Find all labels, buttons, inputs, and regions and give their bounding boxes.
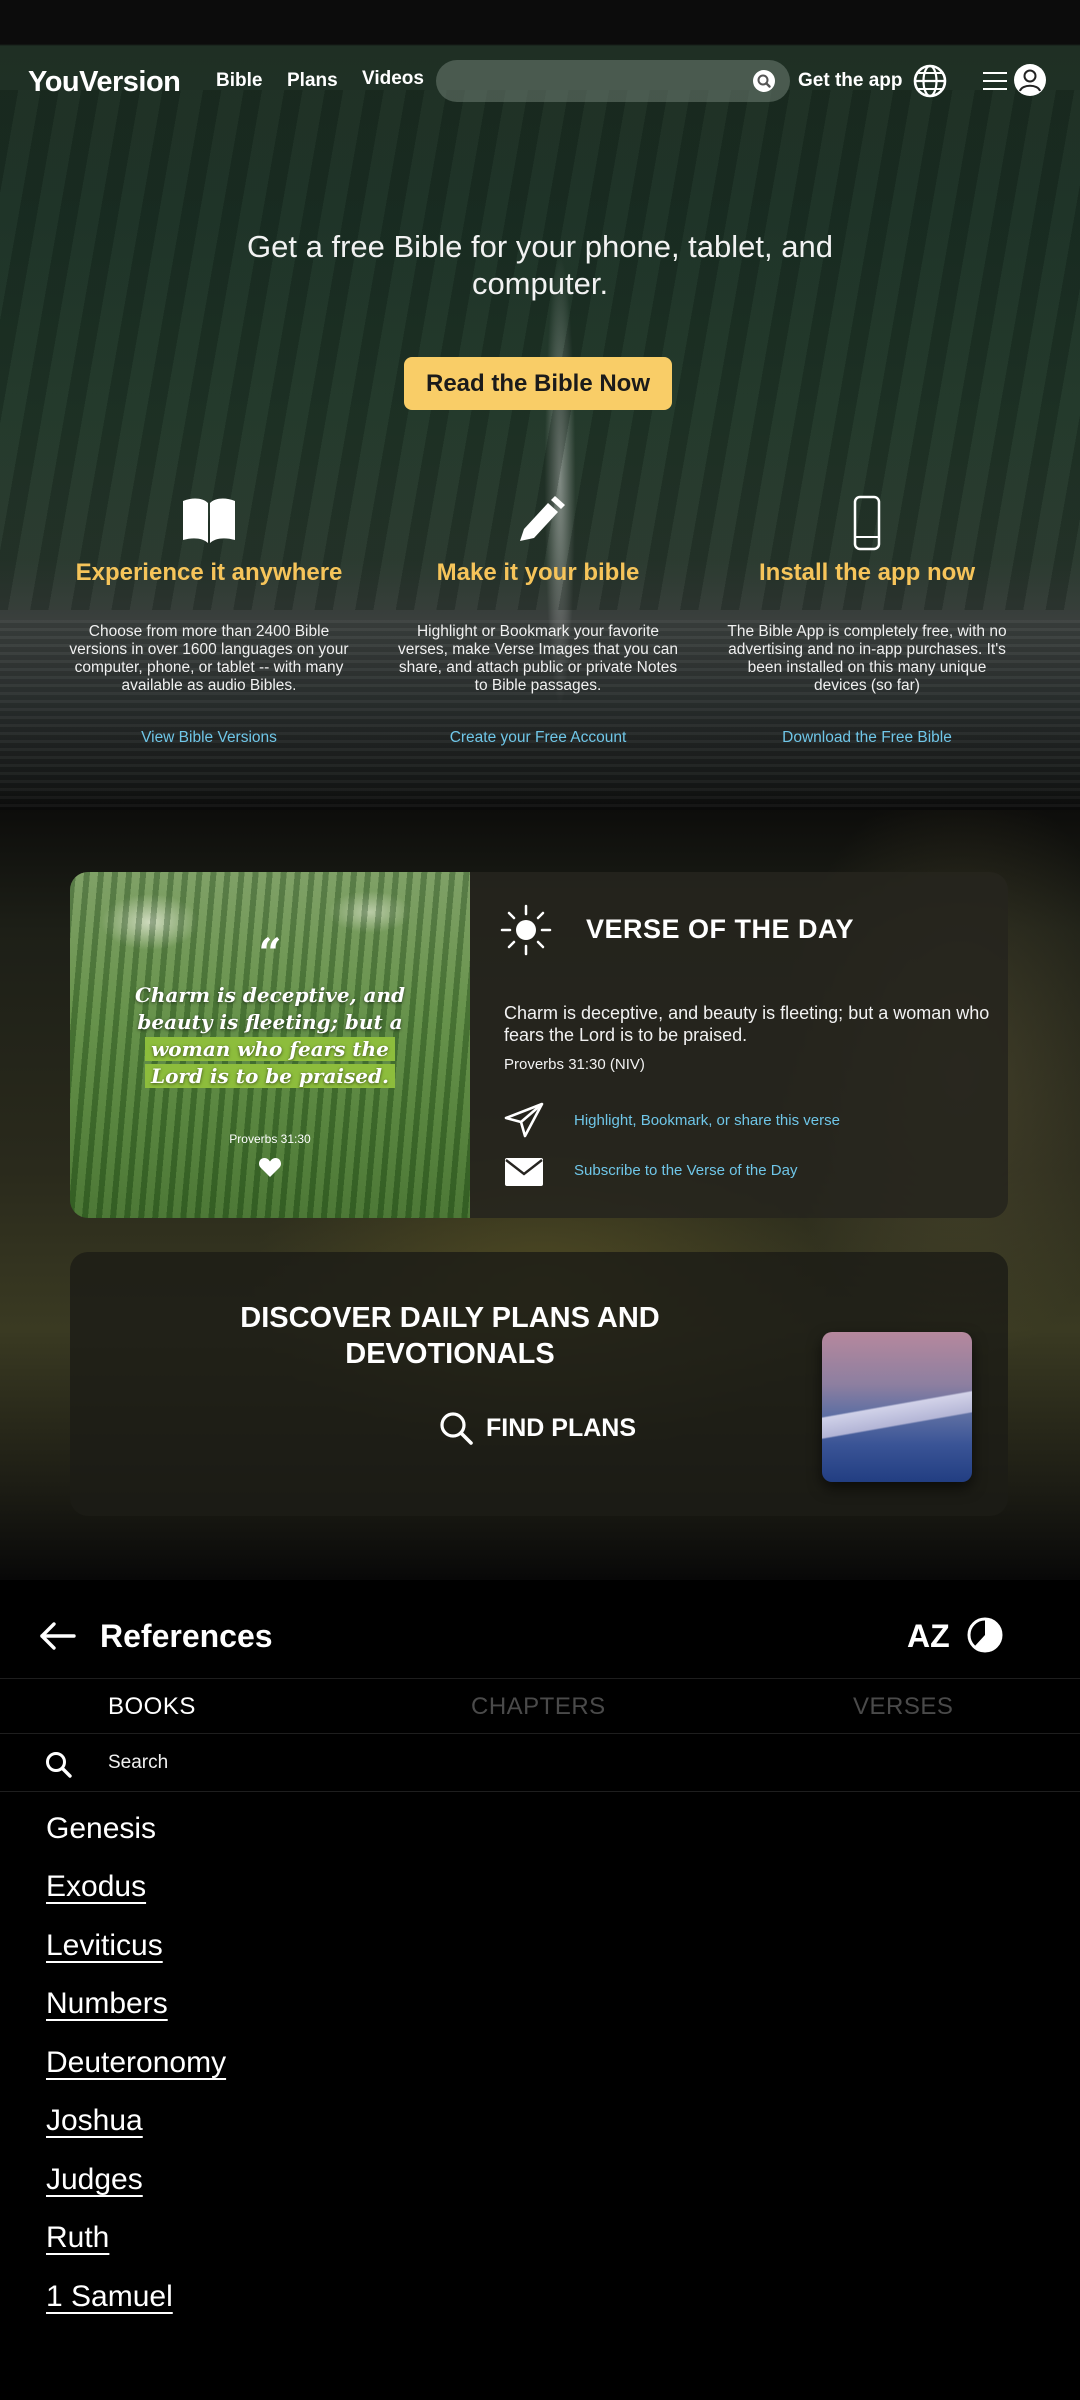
- book-item-genesis[interactable]: Genesis: [46, 1812, 156, 1846]
- search-input[interactable]: [436, 60, 790, 102]
- books-search-field[interactable]: Search: [0, 1734, 1080, 1792]
- nav-link-videos[interactable]: Videos: [362, 68, 424, 90]
- verse-image-line-2: woman who fears the: [145, 1037, 395, 1061]
- tab-chapters[interactable]: CHAPTERS: [471, 1693, 606, 1721]
- search-icon: [46, 1752, 72, 1778]
- youversion-logo[interactable]: YouVersion: [28, 66, 181, 99]
- find-plans-button[interactable]: FIND PLANS: [438, 1408, 636, 1448]
- votd-reference: Proverbs 31:30 (NIV): [504, 1056, 645, 1073]
- votd-verse-text: Charm is deceptive, and beauty is fleeti…: [504, 1003, 990, 1045]
- send-icon[interactable]: [504, 1102, 544, 1138]
- tab-books[interactable]: BOOKS: [108, 1693, 196, 1721]
- mail-icon[interactable]: [504, 1154, 544, 1190]
- mountain-plan-thumbnail[interactable]: [822, 1332, 972, 1482]
- book-item-deuteronomy[interactable]: Deuteronomy: [46, 2046, 226, 2080]
- search-icon[interactable]: [752, 69, 776, 93]
- user-avatar-icon[interactable]: [1013, 63, 1047, 97]
- plans-card: DISCOVER DAILY PLANS AND DEVOTIONALS FIN…: [70, 1252, 1008, 1516]
- sun-icon: [500, 904, 552, 956]
- verse-of-the-day-card: “ Charm is deceptive, and beauty is flee…: [70, 872, 1008, 1218]
- quote-mark: “: [258, 930, 282, 977]
- pencil-icon: [520, 496, 565, 541]
- feature-description: The Bible App is completely free, with n…: [727, 623, 1007, 694]
- get-the-app-link[interactable]: Get the app: [798, 70, 903, 92]
- verse-image[interactable]: “ Charm is deceptive, and beauty is flee…: [70, 872, 470, 1218]
- nav-link-plans[interactable]: Plans: [287, 70, 338, 92]
- sort-az-button[interactable]: AZ: [907, 1618, 950, 1655]
- references-title: References: [100, 1618, 273, 1654]
- share-verse-link[interactable]: Highlight, Bookmark, or share this verse: [574, 1112, 840, 1129]
- book-item-judges[interactable]: Judges: [46, 2163, 143, 2197]
- feature-title: Make it your bible: [436, 559, 640, 586]
- feature-install-app: Install the app now The Bible App is com…: [717, 495, 1017, 747]
- verse-image-line-3: Lord is to be praised.: [145, 1064, 395, 1088]
- book-item-numbers[interactable]: Numbers: [46, 1987, 168, 2021]
- verse-image-reference: Proverbs 31:30: [229, 1132, 311, 1146]
- feature-experience-anywhere: Experience it anywhere Choose from more …: [59, 495, 359, 747]
- feature-description: Choose from more than 2400 Bible version…: [69, 623, 349, 694]
- hamburger-menu-icon[interactable]: [982, 70, 1008, 92]
- view-bible-versions-link[interactable]: View Bible Versions: [59, 729, 359, 747]
- search-placeholder: Search: [108, 1752, 169, 1773]
- globe-icon[interactable]: [913, 64, 947, 98]
- download-free-bible-link[interactable]: Download the Free Bible: [717, 729, 1017, 747]
- feature-make-it-your-bible: Make it your bible Highlight or Bookmark…: [388, 495, 688, 747]
- verse-image-line-1: Charm is deceptive, and beauty is fleeti…: [134, 983, 406, 1034]
- search-icon: [440, 1412, 473, 1445]
- subscribe-votd-link[interactable]: Subscribe to the Verse of the Day: [574, 1162, 797, 1179]
- book-item-exodus[interactable]: Exodus: [46, 1870, 146, 1904]
- heart-icon: [258, 1158, 282, 1177]
- phone-icon: [853, 495, 881, 551]
- feature-description: Highlight or Bookmark your favorite vers…: [398, 623, 678, 694]
- book-item-ruth[interactable]: Ruth: [46, 2221, 109, 2255]
- open-book-icon: [183, 498, 235, 543]
- create-free-account-link[interactable]: Create your Free Account: [388, 729, 688, 747]
- book-item-1-samuel[interactable]: 1 Samuel: [46, 2280, 173, 2314]
- references-panel: References AZ BOOKS CHAPTERS VERSES Sear…: [0, 1580, 1080, 2400]
- theme-toggle-icon[interactable]: [966, 1616, 1004, 1654]
- feature-title: Experience it anywhere: [75, 559, 343, 586]
- feature-title: Install the app now: [758, 559, 975, 586]
- read-bible-now-button[interactable]: Read the Bible Now: [404, 357, 672, 410]
- hero-title: Get a free Bible for your phone, tablet,…: [247, 229, 833, 301]
- book-item-joshua[interactable]: Joshua: [46, 2104, 143, 2138]
- verse-image-text: Charm is deceptive, and beauty is fleeti…: [130, 982, 410, 1090]
- tab-verses[interactable]: VERSES: [853, 1693, 953, 1721]
- back-arrow-icon[interactable]: [38, 1620, 78, 1652]
- nav-link-bible[interactable]: Bible: [216, 70, 262, 92]
- book-item-leviticus[interactable]: Leviticus: [46, 1929, 163, 1963]
- top-navigation: YouVersion Bible Plans Videos Get the ap…: [0, 46, 1080, 116]
- votd-title: VERSE OF THE DAY: [586, 914, 855, 944]
- find-plans-label: FIND PLANS: [486, 1413, 636, 1442]
- reference-tabs: BOOKS CHAPTERS VERSES: [0, 1678, 1080, 1734]
- plans-title: DISCOVER DAILY PLANS AND DEVOTIONALS: [240, 1302, 660, 1370]
